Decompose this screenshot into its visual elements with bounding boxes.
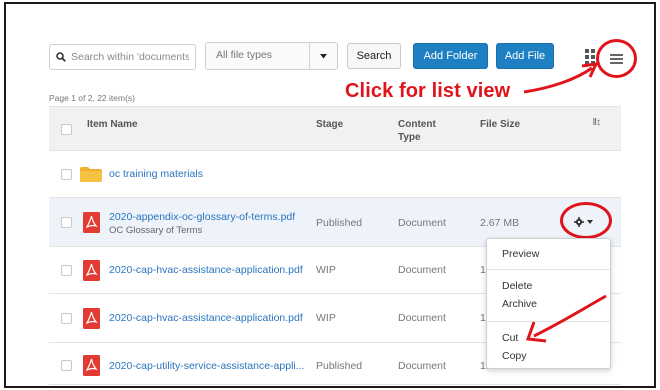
row-name-link[interactable]: 2020-appendix-oc-glossary-of-terms.pdf (109, 211, 295, 223)
row-name-link[interactable]: 2020-cap-hvac-assistance-application.pdf (109, 312, 303, 324)
row-stage: Published (316, 360, 363, 372)
menu-item-delete[interactable]: Delete (502, 280, 532, 292)
column-item-name[interactable]: Item Name (87, 118, 138, 131)
row-stage: WIP (316, 312, 336, 324)
callout-arrow-cut (525, 294, 607, 343)
folder-icon (80, 167, 102, 182)
row-name-link[interactable]: 2020-cap-hvac-assistance-application.pdf (109, 264, 303, 276)
table-row[interactable]: oc training materials (49, 151, 621, 198)
column-stage[interactable]: Stage (316, 118, 343, 131)
row-name-link[interactable]: oc training materials (109, 168, 203, 180)
pdf-icon (83, 308, 100, 329)
row-content-type: Document (398, 217, 446, 229)
menu-item-copy[interactable]: Copy (502, 350, 527, 362)
file-type-value: All file types (216, 49, 273, 61)
column-content-type[interactable]: Content Type (398, 118, 436, 144)
pdf-icon (83, 212, 100, 233)
row-content-type: Document (398, 312, 446, 324)
column-file-size[interactable]: File Size (480, 118, 520, 131)
menu-item-cut[interactable]: Cut (502, 332, 518, 344)
search-field[interactable] (49, 44, 196, 70)
list-view-button[interactable] (596, 39, 637, 78)
column-content-type-line2: Type (398, 132, 421, 143)
row-checkbox[interactable] (61, 265, 72, 276)
select-all-checkbox[interactable] (61, 124, 72, 135)
chevron-down-icon (587, 220, 593, 224)
file-type-select[interactable]: All file types (205, 42, 338, 70)
column-content-type-line1: Content (398, 119, 436, 130)
sort-columns-icon[interactable]: II↕ (592, 117, 601, 128)
pagination-info: Page 1 of 2, 22 item(s) (49, 93, 135, 103)
row-checkbox[interactable] (61, 217, 72, 228)
row-file-size: 2.67 MB (480, 217, 520, 229)
row-stage: WIP (316, 264, 336, 276)
search-icon (56, 52, 66, 62)
pdf-icon (83, 355, 100, 376)
callout-arrow-list-view (523, 62, 599, 94)
menu-item-preview[interactable]: Preview (502, 248, 539, 260)
row-content-type: Document (398, 264, 446, 276)
row-actions-button[interactable] (574, 214, 600, 230)
row-stage: Published (316, 217, 363, 229)
menu-divider (487, 269, 610, 270)
search-input[interactable] (71, 51, 189, 63)
row-checkbox[interactable] (61, 169, 72, 180)
pdf-icon (83, 260, 100, 281)
table-header: Item Name Stage Content Type File Size I… (49, 106, 621, 151)
add-folder-button[interactable]: Add Folder (413, 43, 488, 69)
row-content-type: Document (398, 360, 446, 372)
gear-icon (574, 217, 584, 227)
chevron-down-icon[interactable] (309, 43, 337, 69)
row-name-link[interactable]: 2020-cap-utility-service-assistance-appl… (109, 360, 305, 372)
list-view-callout: Click for list view (345, 80, 511, 102)
search-button[interactable]: Search (347, 43, 401, 69)
row-checkbox[interactable] (61, 360, 72, 371)
list-view-icon (610, 53, 623, 64)
row-subtitle: OC Glossary of Terms (109, 225, 203, 236)
row-checkbox[interactable] (61, 313, 72, 324)
